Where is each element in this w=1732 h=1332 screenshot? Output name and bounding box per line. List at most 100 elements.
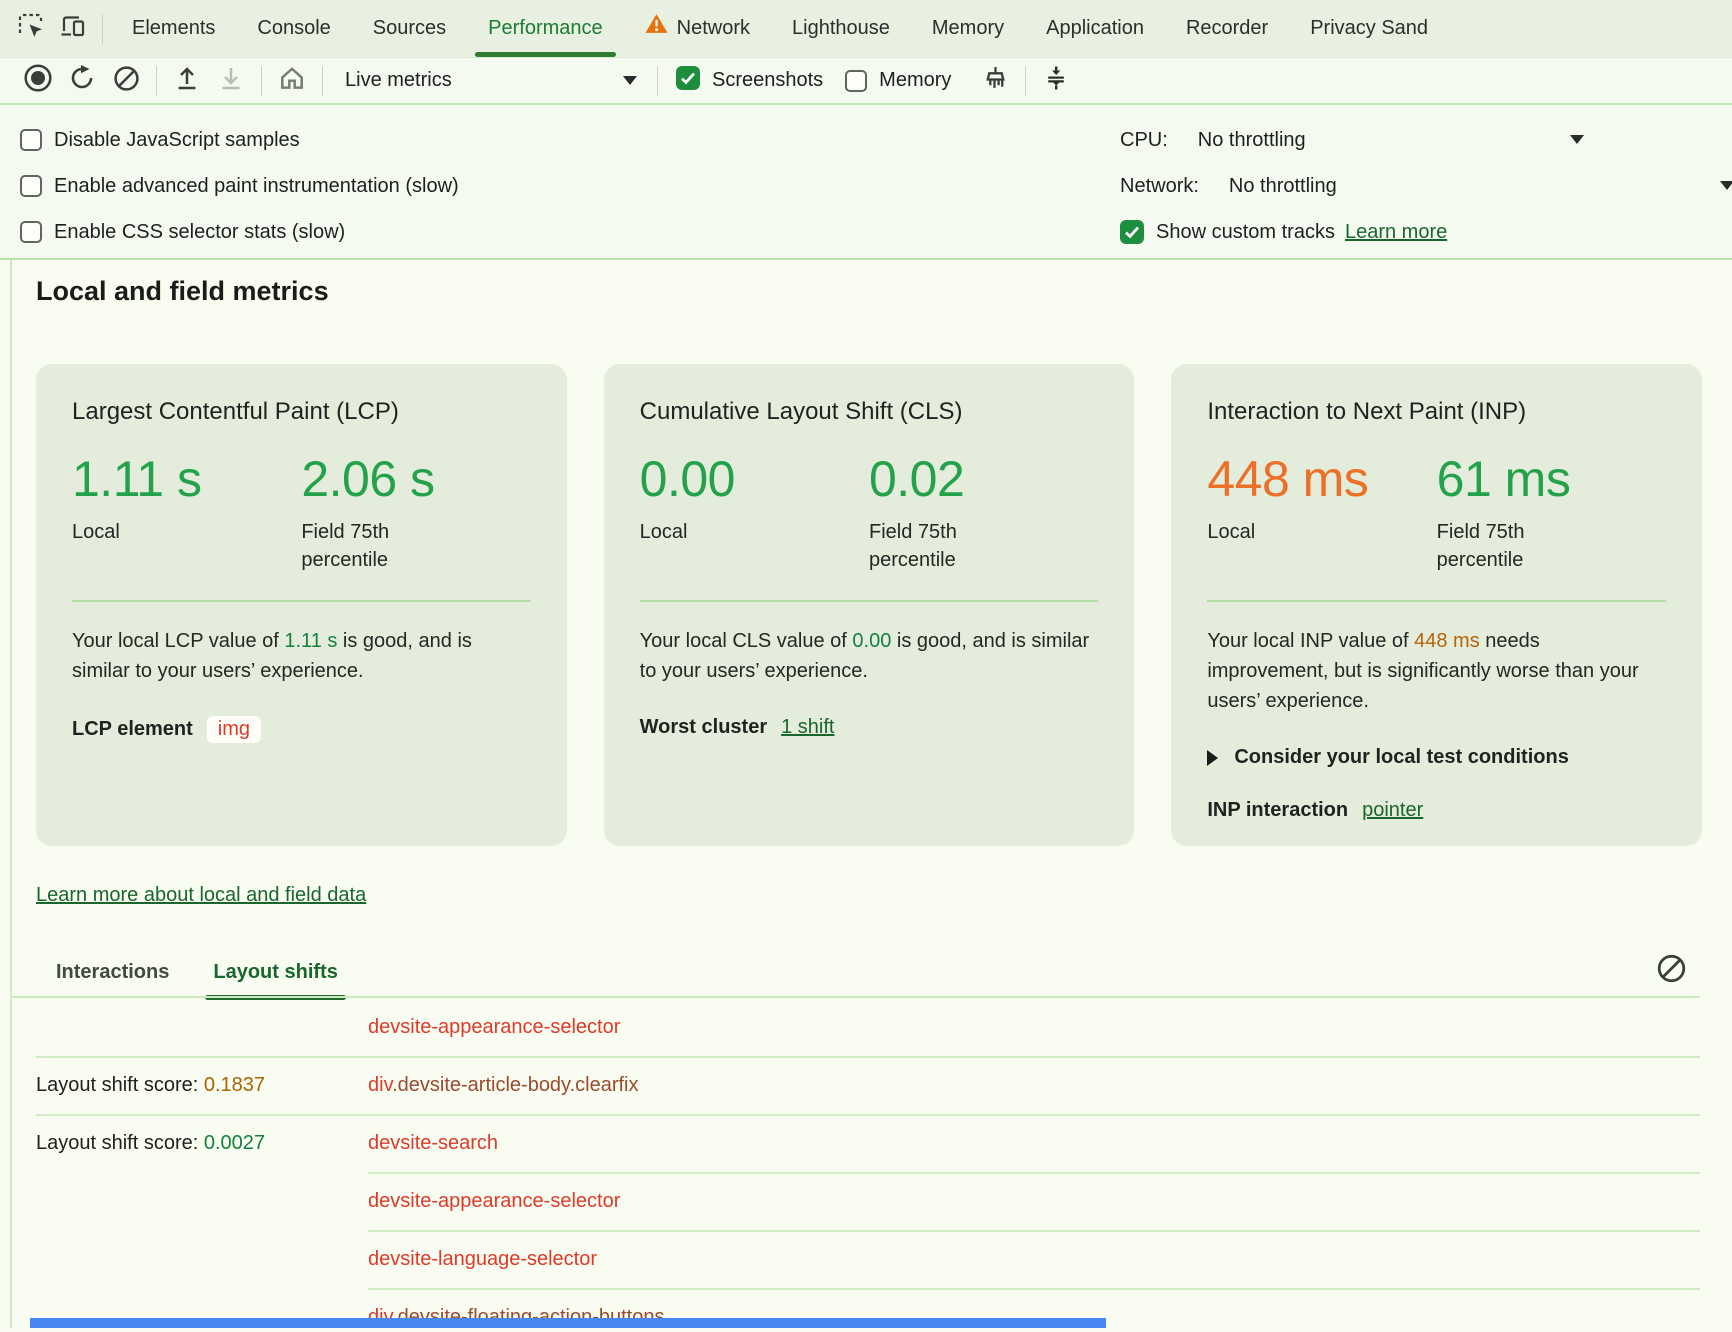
cpu-throttling-row: CPU: No throttling	[1120, 117, 1732, 163]
css-selector-stats-checkbox-row[interactable]: Enable CSS selector stats (slow)	[20, 209, 459, 255]
checkbox-checked-icon[interactable]	[1120, 220, 1144, 244]
network-throttling-select[interactable]: No throttling	[1229, 175, 1337, 198]
tab-application[interactable]: Application	[1025, 0, 1165, 57]
selected-row-highlight[interactable]	[30, 1318, 1106, 1328]
clear-button[interactable]	[104, 61, 148, 101]
checkbox-label: Enable advanced paint instrumentation (s…	[54, 175, 459, 198]
disable-js-samples-checkbox-row[interactable]: Disable JavaScript samples	[20, 117, 459, 163]
tab-memory[interactable]: Memory	[911, 0, 1025, 57]
toolbar-separator	[657, 66, 658, 96]
cpu-throttling-select[interactable]: No throttling	[1198, 129, 1306, 152]
field-value: 2.06 s	[301, 450, 530, 508]
triangle-right-icon	[1207, 750, 1218, 766]
node-tag: devsite-language-selector	[368, 1248, 597, 1270]
table-row[interactable]: devsite-appearance-selector	[0, 998, 1732, 1056]
screenshots-label: Screenshots	[712, 69, 823, 92]
field-value: 0.02	[869, 450, 1098, 508]
node-link[interactable]: devsite-language-selector	[368, 1248, 597, 1271]
cls-card: Cumulative Layout Shift (CLS) 0.00 Local…	[604, 364, 1135, 846]
save-profile-button[interactable]	[209, 61, 253, 101]
network-label: Network:	[1120, 175, 1199, 198]
inp-card: Interaction to Next Paint (INP) 448 ms L…	[1171, 364, 1702, 846]
desc-value: 1.11 s	[284, 630, 337, 652]
record-and-reload-button[interactable]	[60, 61, 104, 101]
node-link[interactable]: devsite-search	[368, 1132, 498, 1155]
checkbox-unchecked[interactable]	[20, 129, 42, 151]
tab-privacy-sandbox[interactable]: Privacy Sand	[1289, 0, 1449, 57]
tab-label: Interactions	[56, 961, 169, 983]
device-toolbar-button[interactable]	[52, 8, 94, 50]
desc-text: Your local CLS value of	[640, 630, 853, 652]
checkbox-unchecked[interactable]	[845, 70, 867, 92]
field-label: Field 75th percentile	[1437, 518, 1577, 574]
custom-tracks-row: Show custom tracks Learn more	[1120, 209, 1732, 255]
upload-icon	[174, 65, 200, 96]
live-metrics-view: Local and field metrics Largest Contentf…	[0, 260, 1732, 1328]
load-profile-button[interactable]	[165, 61, 209, 101]
inp-interaction-row: INP interaction pointer	[1207, 799, 1666, 822]
table-row[interactable]: Layout shift score: 0.1837 div.devsite-a…	[0, 1056, 1732, 1114]
toolbar-separator	[261, 66, 262, 96]
node-classes: .devsite-article-body.clearfix	[392, 1074, 638, 1096]
divider	[640, 600, 1099, 602]
node-tag: div	[368, 1074, 392, 1096]
worst-cluster-label: Worst cluster	[640, 716, 767, 739]
desc-text: Your local INP value of	[1207, 630, 1414, 652]
node-link[interactable]: devsite-appearance-selector	[368, 1190, 620, 1213]
tab-label: Network	[677, 0, 750, 57]
tab-sources[interactable]: Sources	[352, 0, 467, 57]
checkbox-checked-icon[interactable]	[676, 66, 700, 96]
tab-elements[interactable]: Elements	[111, 0, 236, 57]
node-link[interactable]: div.devsite-article-body.clearfix	[368, 1074, 638, 1097]
tab-performance[interactable]: Performance	[467, 0, 624, 57]
inspect-element-button[interactable]	[10, 8, 52, 50]
memory-checkbox-row[interactable]: Memory	[845, 69, 951, 92]
advanced-paint-checkbox-row[interactable]: Enable advanced paint instrumentation (s…	[20, 163, 459, 209]
devtools-tab-bar: Elements Console Sources Performance Net…	[0, 0, 1732, 58]
divider	[1207, 600, 1666, 602]
lcp-element-node-chip[interactable]: img	[207, 716, 261, 743]
collapse-tracks-button[interactable]	[1034, 61, 1078, 101]
tab-label: Console	[257, 0, 330, 57]
home-button[interactable]	[270, 61, 314, 101]
performance-toolbar: Live metrics Screenshots Memory	[0, 58, 1732, 105]
inp-interaction-link[interactable]: pointer	[1362, 799, 1423, 822]
table-row[interactable]: Layout shift score: 0.0027 devsite-searc…	[0, 1114, 1732, 1172]
clear-log-button[interactable]	[1654, 954, 1688, 988]
tab-lighthouse[interactable]: Lighthouse	[771, 0, 911, 57]
tab-label: Privacy Sand	[1310, 0, 1428, 57]
checkbox-unchecked[interactable]	[20, 175, 42, 197]
tab-network[interactable]: Network	[624, 0, 771, 57]
learn-more-field-data-link[interactable]: Learn more about local and field data	[36, 884, 366, 907]
tab-label: Lighthouse	[792, 0, 890, 57]
learn-more-link[interactable]: Learn more	[1345, 221, 1447, 244]
record-button[interactable]	[16, 61, 60, 101]
worst-cluster-link[interactable]: 1 shift	[781, 716, 834, 739]
score-cell: Layout shift score: 0.1837	[36, 1074, 368, 1097]
chevron-down-icon[interactable]	[1720, 181, 1732, 190]
custom-tracks-label: Show custom tracks	[1156, 221, 1335, 244]
table-row[interactable]: devsite-language-selector	[0, 1230, 1732, 1288]
view-mode-value: Live metrics	[345, 69, 452, 92]
desc-value: 448 ms	[1414, 630, 1480, 652]
local-label: Local	[640, 518, 869, 546]
tab-layout-shifts[interactable]: Layout shifts	[213, 952, 337, 998]
local-test-conditions-disclosure[interactable]: Consider your local test conditions	[1207, 746, 1666, 769]
tab-interactions[interactable]: Interactions	[56, 952, 169, 998]
screenshots-checkbox-row[interactable]: Screenshots	[676, 66, 823, 96]
checkbox-unchecked[interactable]	[20, 221, 42, 243]
chevron-down-icon[interactable]	[1570, 135, 1584, 144]
toolbar-separator	[1025, 66, 1026, 96]
garbage-collect-button[interactable]	[973, 61, 1017, 101]
performance-settings-panel: Disable JavaScript samples Enable advanc…	[0, 105, 1732, 260]
home-icon	[278, 64, 306, 97]
tab-recorder[interactable]: Recorder	[1165, 0, 1289, 57]
page-title: Local and field metrics	[36, 276, 329, 307]
local-value: 448 ms	[1207, 450, 1436, 508]
table-row[interactable]: devsite-appearance-selector	[0, 1172, 1732, 1230]
view-mode-select[interactable]: Live metrics	[331, 69, 649, 92]
toolbar-separator	[322, 66, 323, 96]
card-title: Cumulative Layout Shift (CLS)	[640, 398, 1099, 426]
tab-console[interactable]: Console	[236, 0, 351, 57]
node-link[interactable]: devsite-appearance-selector	[368, 1016, 620, 1039]
